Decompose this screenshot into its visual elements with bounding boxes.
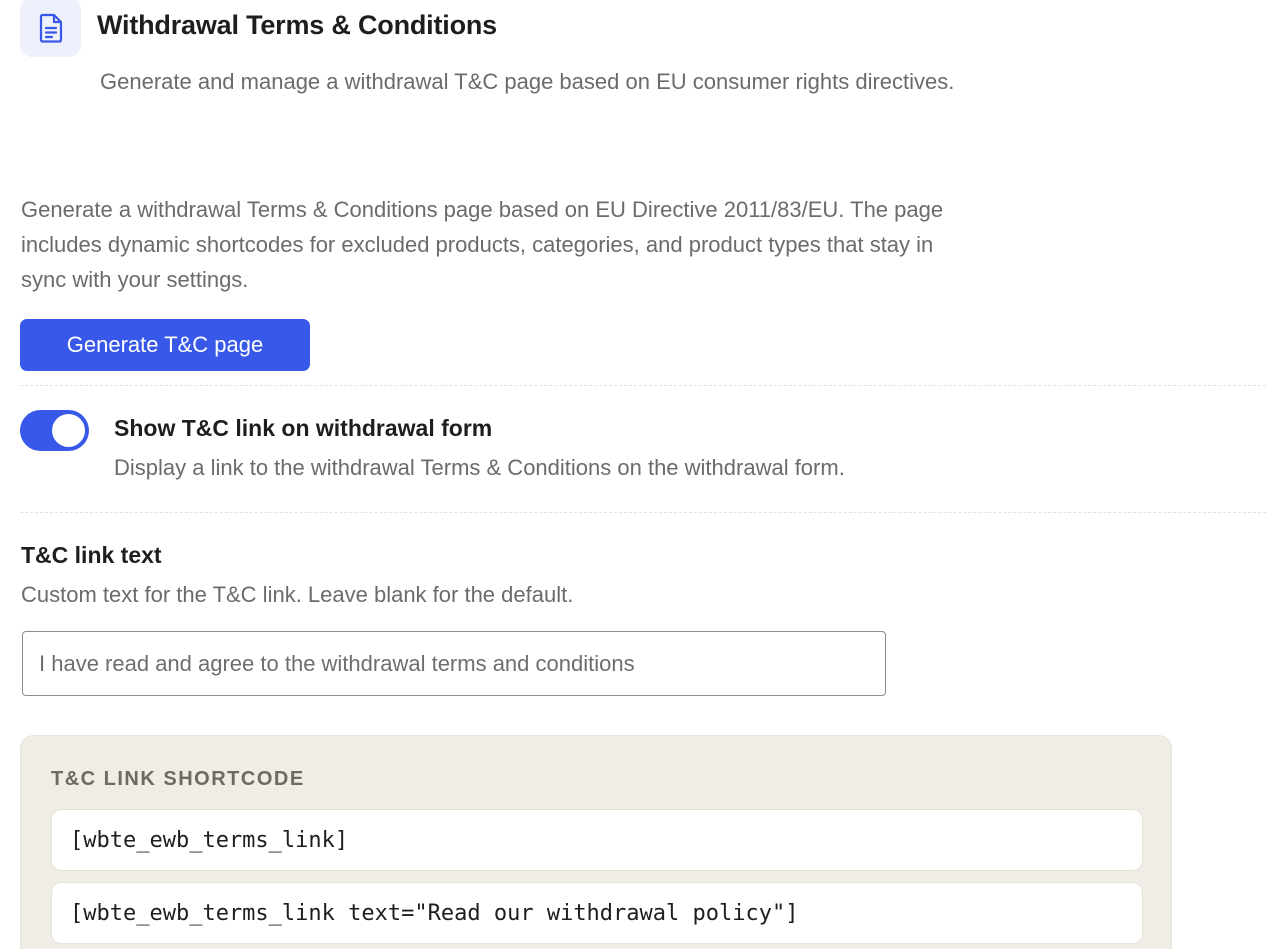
show-tc-link-toggle[interactable] (20, 410, 89, 451)
shortcode-box-basic[interactable]: [wbte_ewb_terms_link] (51, 809, 1143, 871)
generate-tc-page-button[interactable]: Generate T&C page (20, 319, 310, 371)
withdrawal-terms-settings: Withdrawal Terms & Conditions Generate a… (0, 0, 1266, 949)
shortcode-panel-title: T&C LINK SHORTCODE (51, 768, 305, 790)
tc-link-text-help: Custom text for the T&C link. Leave blan… (21, 582, 574, 607)
show-tc-link-label: Show T&C link on withdrawal form (114, 415, 493, 441)
page-subtitle: Generate and manage a withdrawal T&C pag… (100, 69, 955, 94)
header-icon-box (20, 0, 81, 57)
shortcode-panel: T&C LINK SHORTCODE [wbte_ewb_terms_link]… (20, 735, 1172, 949)
section-divider (20, 385, 1266, 386)
tc-link-text-input[interactable] (22, 631, 886, 696)
section-divider (20, 512, 1266, 513)
tc-link-text-label: T&C link text (21, 542, 162, 568)
page-title: Withdrawal Terms & Conditions (97, 10, 497, 40)
toggle-knob (52, 414, 85, 447)
document-icon (39, 13, 62, 43)
intro-text: Generate a withdrawal Terms & Conditions… (21, 197, 944, 292)
shortcode-box-custom-text[interactable]: [wbte_ewb_terms_link text="Read our with… (51, 882, 1143, 944)
show-tc-link-description: Display a link to the withdrawal Terms &… (114, 455, 845, 480)
